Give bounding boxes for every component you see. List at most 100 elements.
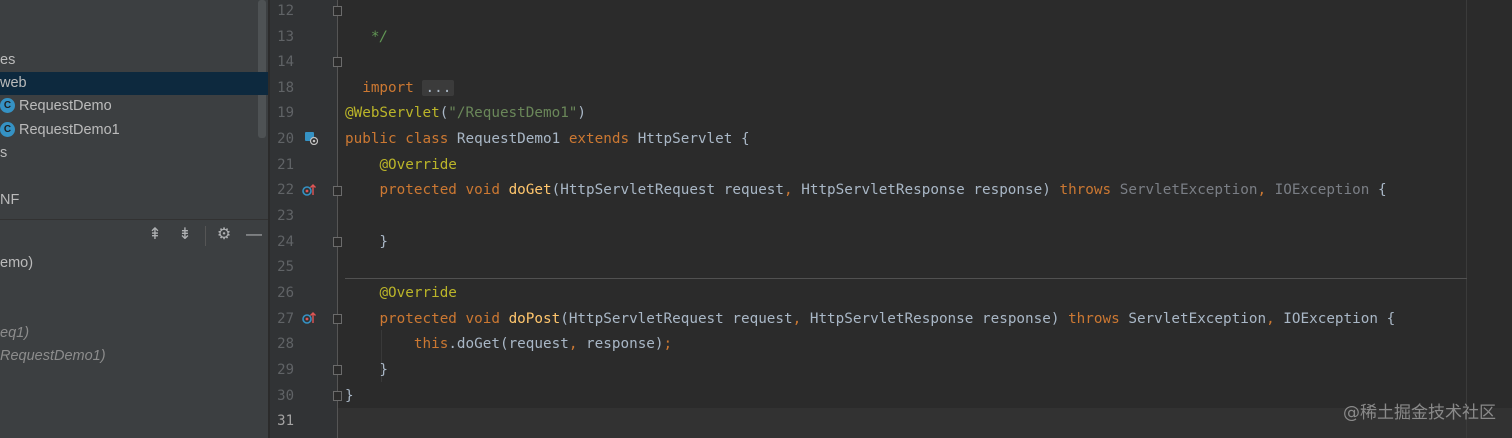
brace: } bbox=[345, 234, 389, 250]
keyword: extends bbox=[568, 131, 630, 147]
args: response) bbox=[577, 336, 664, 352]
fold-marker-icon[interactable] bbox=[333, 391, 342, 401]
keyword: protected bbox=[379, 182, 457, 198]
brace: } bbox=[345, 362, 389, 378]
keyword: import bbox=[362, 80, 414, 96]
comma: , bbox=[784, 182, 793, 198]
tree-item-resources[interactable]: es bbox=[0, 49, 268, 72]
code-line-27[interactable]: protected void doPost(HttpServletRequest… bbox=[345, 306, 1395, 332]
expand-all-icon[interactable]: ⇞ bbox=[144, 224, 166, 246]
code-line-30[interactable]: } bbox=[345, 383, 354, 409]
keyword: this bbox=[413, 336, 449, 352]
structure-item-label: RequestDemo1) bbox=[0, 348, 106, 364]
code-line-22[interactable]: protected void doGet(HttpServletRequest … bbox=[345, 177, 1387, 203]
keyword: public bbox=[345, 131, 397, 147]
class-icon: C bbox=[0, 121, 15, 137]
line-number: 27 bbox=[277, 311, 294, 327]
code-line-26[interactable]: @Override bbox=[345, 280, 457, 306]
keyword: protected bbox=[379, 311, 457, 327]
line-number: 31 bbox=[277, 413, 294, 429]
fold-marker-icon[interactable] bbox=[333, 365, 342, 375]
tree-item-label: RequestDemo1 bbox=[19, 122, 120, 138]
code-line-21[interactable]: @Override bbox=[345, 152, 457, 178]
toolbar-separator bbox=[205, 226, 206, 246]
exception-name: ServletException bbox=[1111, 182, 1258, 198]
code-line-14[interactable]: import ... bbox=[345, 49, 455, 96]
fold-expand-icon[interactable] bbox=[333, 57, 342, 67]
gear-icon[interactable]: ⚙ bbox=[213, 224, 235, 246]
right-margin-guide bbox=[1466, 0, 1467, 438]
line-number: 13 bbox=[277, 29, 294, 45]
annotation: @Override bbox=[379, 285, 457, 301]
code-line-29[interactable]: } bbox=[345, 357, 388, 383]
line-number: 29 bbox=[277, 362, 294, 378]
class-name: RequestDemo1 bbox=[448, 131, 569, 147]
folded-imports[interactable]: ... bbox=[422, 80, 455, 96]
code-line-24[interactable]: } bbox=[345, 229, 388, 255]
comma: , bbox=[792, 311, 802, 327]
line-number: 28 bbox=[277, 336, 294, 352]
code-line-19[interactable]: @WebServlet("/RequestDemo1") bbox=[345, 100, 586, 126]
comma: , bbox=[1257, 182, 1267, 198]
brace: { bbox=[1377, 311, 1396, 327]
fold-marker-icon[interactable] bbox=[333, 6, 342, 16]
tree-item-label: RequestDemo bbox=[19, 98, 112, 114]
method-separator bbox=[345, 278, 1467, 279]
code-line-28[interactable]: this.doGet(request, response); bbox=[345, 331, 672, 357]
line-number: 18 bbox=[277, 80, 294, 96]
structure-item-label: eq1) bbox=[0, 325, 30, 341]
keyword: throws bbox=[1059, 182, 1112, 198]
params: HttpServletResponse response) bbox=[801, 311, 1069, 327]
fold-marker-icon[interactable] bbox=[333, 314, 342, 324]
structure-item[interactable]: emo) bbox=[0, 252, 33, 274]
line-number: 25 bbox=[277, 259, 294, 275]
servlet-class-icon[interactable] bbox=[304, 131, 318, 145]
structure-item[interactable]: RequestDemo1) bbox=[0, 345, 106, 367]
annotation: @Override bbox=[379, 157, 457, 173]
project-panel: es web C RequestDemo C RequestDemo1 s NF ⇞… bbox=[0, 0, 268, 438]
watermark: @稀土掘金技术社区 bbox=[1343, 403, 1496, 423]
override-method-icon[interactable] bbox=[302, 311, 316, 325]
keyword: class bbox=[405, 131, 449, 147]
line-number: 22 bbox=[277, 182, 294, 198]
line-number: 19 bbox=[277, 105, 294, 121]
collapse-all-icon[interactable]: ⇟ bbox=[174, 224, 196, 246]
keyword: void bbox=[465, 182, 500, 198]
exception-name: ServletException bbox=[1119, 311, 1267, 327]
exception-name: IOException bbox=[1274, 311, 1378, 327]
structure-item-label: emo) bbox=[0, 255, 34, 271]
line-number: 30 bbox=[277, 388, 294, 404]
line-number: 20 bbox=[277, 131, 294, 147]
brace: { bbox=[1369, 182, 1387, 198]
current-line-highlight bbox=[338, 408, 1512, 438]
semicolon: ; bbox=[663, 336, 673, 352]
tree-item-label: web bbox=[0, 75, 27, 91]
tree-item-partial[interactable]: s bbox=[0, 142, 268, 165]
brace: } bbox=[345, 388, 354, 404]
code-line-12[interactable]: */ bbox=[345, 0, 388, 45]
structure-item[interactable]: eq1) bbox=[0, 322, 29, 344]
tree-item-requestdemo[interactable]: C RequestDemo bbox=[0, 95, 268, 118]
tree-item-label: es bbox=[0, 52, 16, 68]
fold-marker-icon[interactable] bbox=[333, 186, 342, 196]
superclass: HttpServlet { bbox=[629, 131, 750, 147]
line-number: 23 bbox=[277, 208, 294, 224]
line-number: 26 bbox=[277, 285, 294, 301]
tree-item-label: NF bbox=[0, 192, 20, 208]
hide-panel-icon[interactable]: — bbox=[243, 224, 265, 246]
code-line-20[interactable]: public class RequestDemo1 extends HttpSe… bbox=[345, 126, 750, 152]
tree-item-requestdemo1[interactable]: C RequestDemo1 bbox=[0, 119, 268, 142]
tree-item-web[interactable]: web bbox=[0, 72, 268, 95]
line-number: 24 bbox=[277, 234, 294, 250]
override-method-icon[interactable] bbox=[302, 183, 316, 197]
fold-marker-icon[interactable] bbox=[333, 237, 342, 247]
panel-divider bbox=[0, 219, 268, 220]
tree-item-web-inf[interactable]: NF bbox=[0, 189, 268, 212]
line-number: 21 bbox=[277, 157, 294, 173]
exception-name: IOException bbox=[1266, 182, 1370, 198]
params: (HttpServletRequest request bbox=[551, 182, 785, 198]
string-literal: "/RequestDemo1" bbox=[448, 105, 578, 121]
tree-item-label: s bbox=[0, 145, 8, 161]
keyword: throws bbox=[1068, 311, 1120, 327]
line-number: 14 bbox=[277, 54, 294, 70]
